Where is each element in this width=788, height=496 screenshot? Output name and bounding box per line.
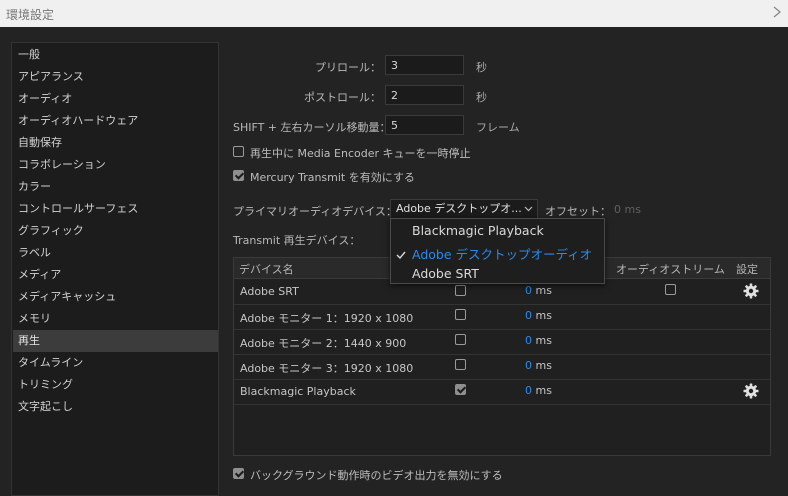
gear-icon[interactable] [743,383,759,399]
offset-unit: ms [535,309,552,322]
sidebar-item-labels[interactable]: ラベル [13,242,218,264]
device-offset[interactable]: 0 ms [525,309,552,322]
menu-item-blackmagic-playback[interactable]: Blackmagic Playback [412,223,544,238]
menu-item-adobe-srt[interactable]: Adobe SRT [412,266,479,281]
sidebar-item-collaboration[interactable]: コラボレーション [13,154,218,176]
primary-audio-device-menu: Blackmagic Playback Adobe デスクトップオーディオ Ad… [390,218,605,284]
chevron-right-icon[interactable] [768,2,786,22]
column-header-audio-stream[interactable]: オーディオストリーム [616,261,725,277]
sidebar-item-memory[interactable]: メモリ [13,308,218,330]
checkmark-icon [396,251,406,260]
offset-unit: ms [535,284,552,297]
pause-encoder-checkbox[interactable] [233,146,244,157]
sidebar-item-color[interactable]: カラー [13,176,218,198]
offset-number: 0 [525,284,532,297]
transmit-devices-table: デバイス名 オーディオストリーム 設定 Adobe SRT 0 ms Adobe… [233,257,771,456]
menu-item-adobe-desktop-audio[interactable]: Adobe デスクトップオーディオ [412,244,592,263]
mercury-transmit-label: Mercury Transmit を有効にする [250,171,415,184]
device-enable-checkbox[interactable] [455,309,466,320]
sidebar-item-trimming[interactable]: トリミング [13,374,218,396]
shift-step-unit: フレーム [476,121,520,134]
column-header-device-name[interactable]: デバイス名 [239,261,294,277]
sidebar-item-graphics[interactable]: グラフィック [13,220,218,242]
disable-background-video-checkbox[interactable] [233,468,244,479]
preroll-unit: 秒 [476,61,487,74]
preroll-input[interactable]: 3 [385,55,464,75]
sidebar-item-playback[interactable]: 再生 [13,330,218,352]
sidebar-item-general[interactable]: 一般 [13,44,218,66]
device-name: Adobe モニター 3：1920 x 1080 [240,362,414,375]
chevron-down-icon [524,206,533,212]
device-enable-checkbox[interactable] [455,384,466,395]
column-header-settings[interactable]: 設定 [736,261,758,277]
sidebar-item-appearance[interactable]: アピアランス [13,66,218,88]
pause-encoder-label: 再生中に Media Encoder キューを一時停止 [250,147,471,160]
sidebar-item-audio-hardware[interactable]: オーディオハードウェア [13,110,218,132]
offset-number: 0 [525,334,532,347]
offset-unit: ms [535,359,552,372]
window-title: 環境設定 [6,8,55,22]
device-enable-checkbox[interactable] [455,285,466,296]
sidebar-item-media-cache[interactable]: メディアキャッシュ [13,286,218,308]
table-row[interactable]: Blackmagic Playback 0 ms [234,379,770,405]
table-row[interactable]: Adobe モニター 3：1920 x 1080 0 ms [234,354,770,380]
offset-number: 0 [525,384,532,397]
audio-stream-checkbox[interactable] [665,284,676,295]
sidebar-item-audio[interactable]: オーディオ [13,88,218,110]
gear-icon[interactable] [743,283,759,299]
disable-background-video-label: バックグラウンド動作時のビデオ出力を無効にする [250,469,503,482]
primary-audio-device-select[interactable]: Adobe デスクトップオ... [390,199,538,219]
shift-step-input[interactable]: 5 [385,115,464,135]
device-offset[interactable]: 0 ms [525,284,552,297]
sidebar-item-control-surface[interactable]: コントロールサーフェス [13,198,218,220]
device-name: Adobe モニター 1：1920 x 1080 [240,312,414,325]
offset-unit: ms [535,384,552,397]
device-name: Adobe SRT [240,285,299,298]
sidebar-item-media[interactable]: メディア [13,264,218,286]
preroll-label: プリロール： [315,61,381,74]
transmit-devices-label: Transmit 再生デバイス： [233,234,361,247]
offset-value: 0 ms [614,203,641,216]
shift-step-label: SHIFT + 左右カーソル移動量： [233,121,391,134]
postroll-unit: 秒 [476,91,487,104]
device-offset[interactable]: 0 ms [525,359,552,372]
device-name: Adobe モニター 2：1440 x 900 [240,337,407,350]
primary-audio-device-label: プライマリオーディオデバイス： [233,205,397,218]
postroll-input[interactable]: 2 [385,85,464,105]
mercury-transmit-checkbox[interactable] [233,170,244,181]
device-enable-checkbox[interactable] [455,334,466,345]
offset-number: 0 [525,309,532,322]
postroll-label: ポストロール： [304,91,381,104]
offset-number: 0 [525,359,532,372]
device-offset[interactable]: 0 ms [525,384,552,397]
title-bar: 環境設定 [0,0,788,27]
preferences-sidebar: 一般 アピアランス オーディオ オーディオハードウェア 自動保存 コラボレーショ… [11,42,219,496]
device-enable-checkbox[interactable] [455,359,466,370]
table-row[interactable]: Adobe モニター 2：1440 x 900 0 ms [234,329,770,355]
offset-unit: ms [535,334,552,347]
sidebar-item-timeline[interactable]: タイムライン [13,352,218,374]
sidebar-item-auto-save[interactable]: 自動保存 [13,132,218,154]
table-row[interactable]: Adobe モニター 1：1920 x 1080 0 ms [234,304,770,330]
device-offset[interactable]: 0 ms [525,334,552,347]
offset-label: オフセット： [545,205,611,218]
device-name: Blackmagic Playback [240,385,356,398]
primary-audio-device-value: Adobe デスクトップオ... [396,202,522,215]
sidebar-item-transcription[interactable]: 文字起こし [13,396,218,418]
